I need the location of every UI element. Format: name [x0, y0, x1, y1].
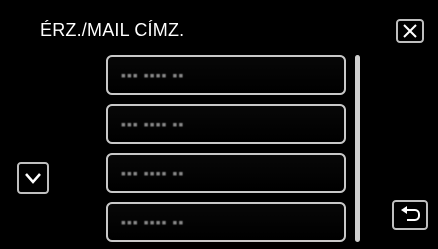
- return-arrow-icon: [401, 206, 420, 221]
- scrollbar[interactable]: [355, 55, 360, 242]
- close-button[interactable]: [396, 19, 424, 43]
- list-item[interactable]: ▪▪▪ ▪▪▪▪ ▪▪: [106, 104, 346, 144]
- back-button[interactable]: [392, 200, 428, 230]
- close-icon: [403, 24, 417, 38]
- list-item-text: ▪▪▪ ▪▪▪▪ ▪▪: [121, 165, 185, 181]
- list-item[interactable]: ▪▪▪ ▪▪▪▪ ▪▪: [106, 153, 346, 193]
- screen-title: ÉRZ./MAIL CÍMZ.: [40, 20, 185, 40]
- chevron-down-icon: [25, 173, 41, 184]
- list-item-text: ▪▪▪ ▪▪▪▪ ▪▪: [121, 116, 185, 132]
- scroll-down-button[interactable]: [17, 162, 49, 194]
- list-item-text: ▪▪▪ ▪▪▪▪ ▪▪: [121, 214, 185, 230]
- list-item[interactable]: ▪▪▪ ▪▪▪▪ ▪▪: [106, 55, 346, 95]
- list-item-text: ▪▪▪ ▪▪▪▪ ▪▪: [121, 67, 185, 83]
- list-item[interactable]: ▪▪▪ ▪▪▪▪ ▪▪: [106, 202, 346, 242]
